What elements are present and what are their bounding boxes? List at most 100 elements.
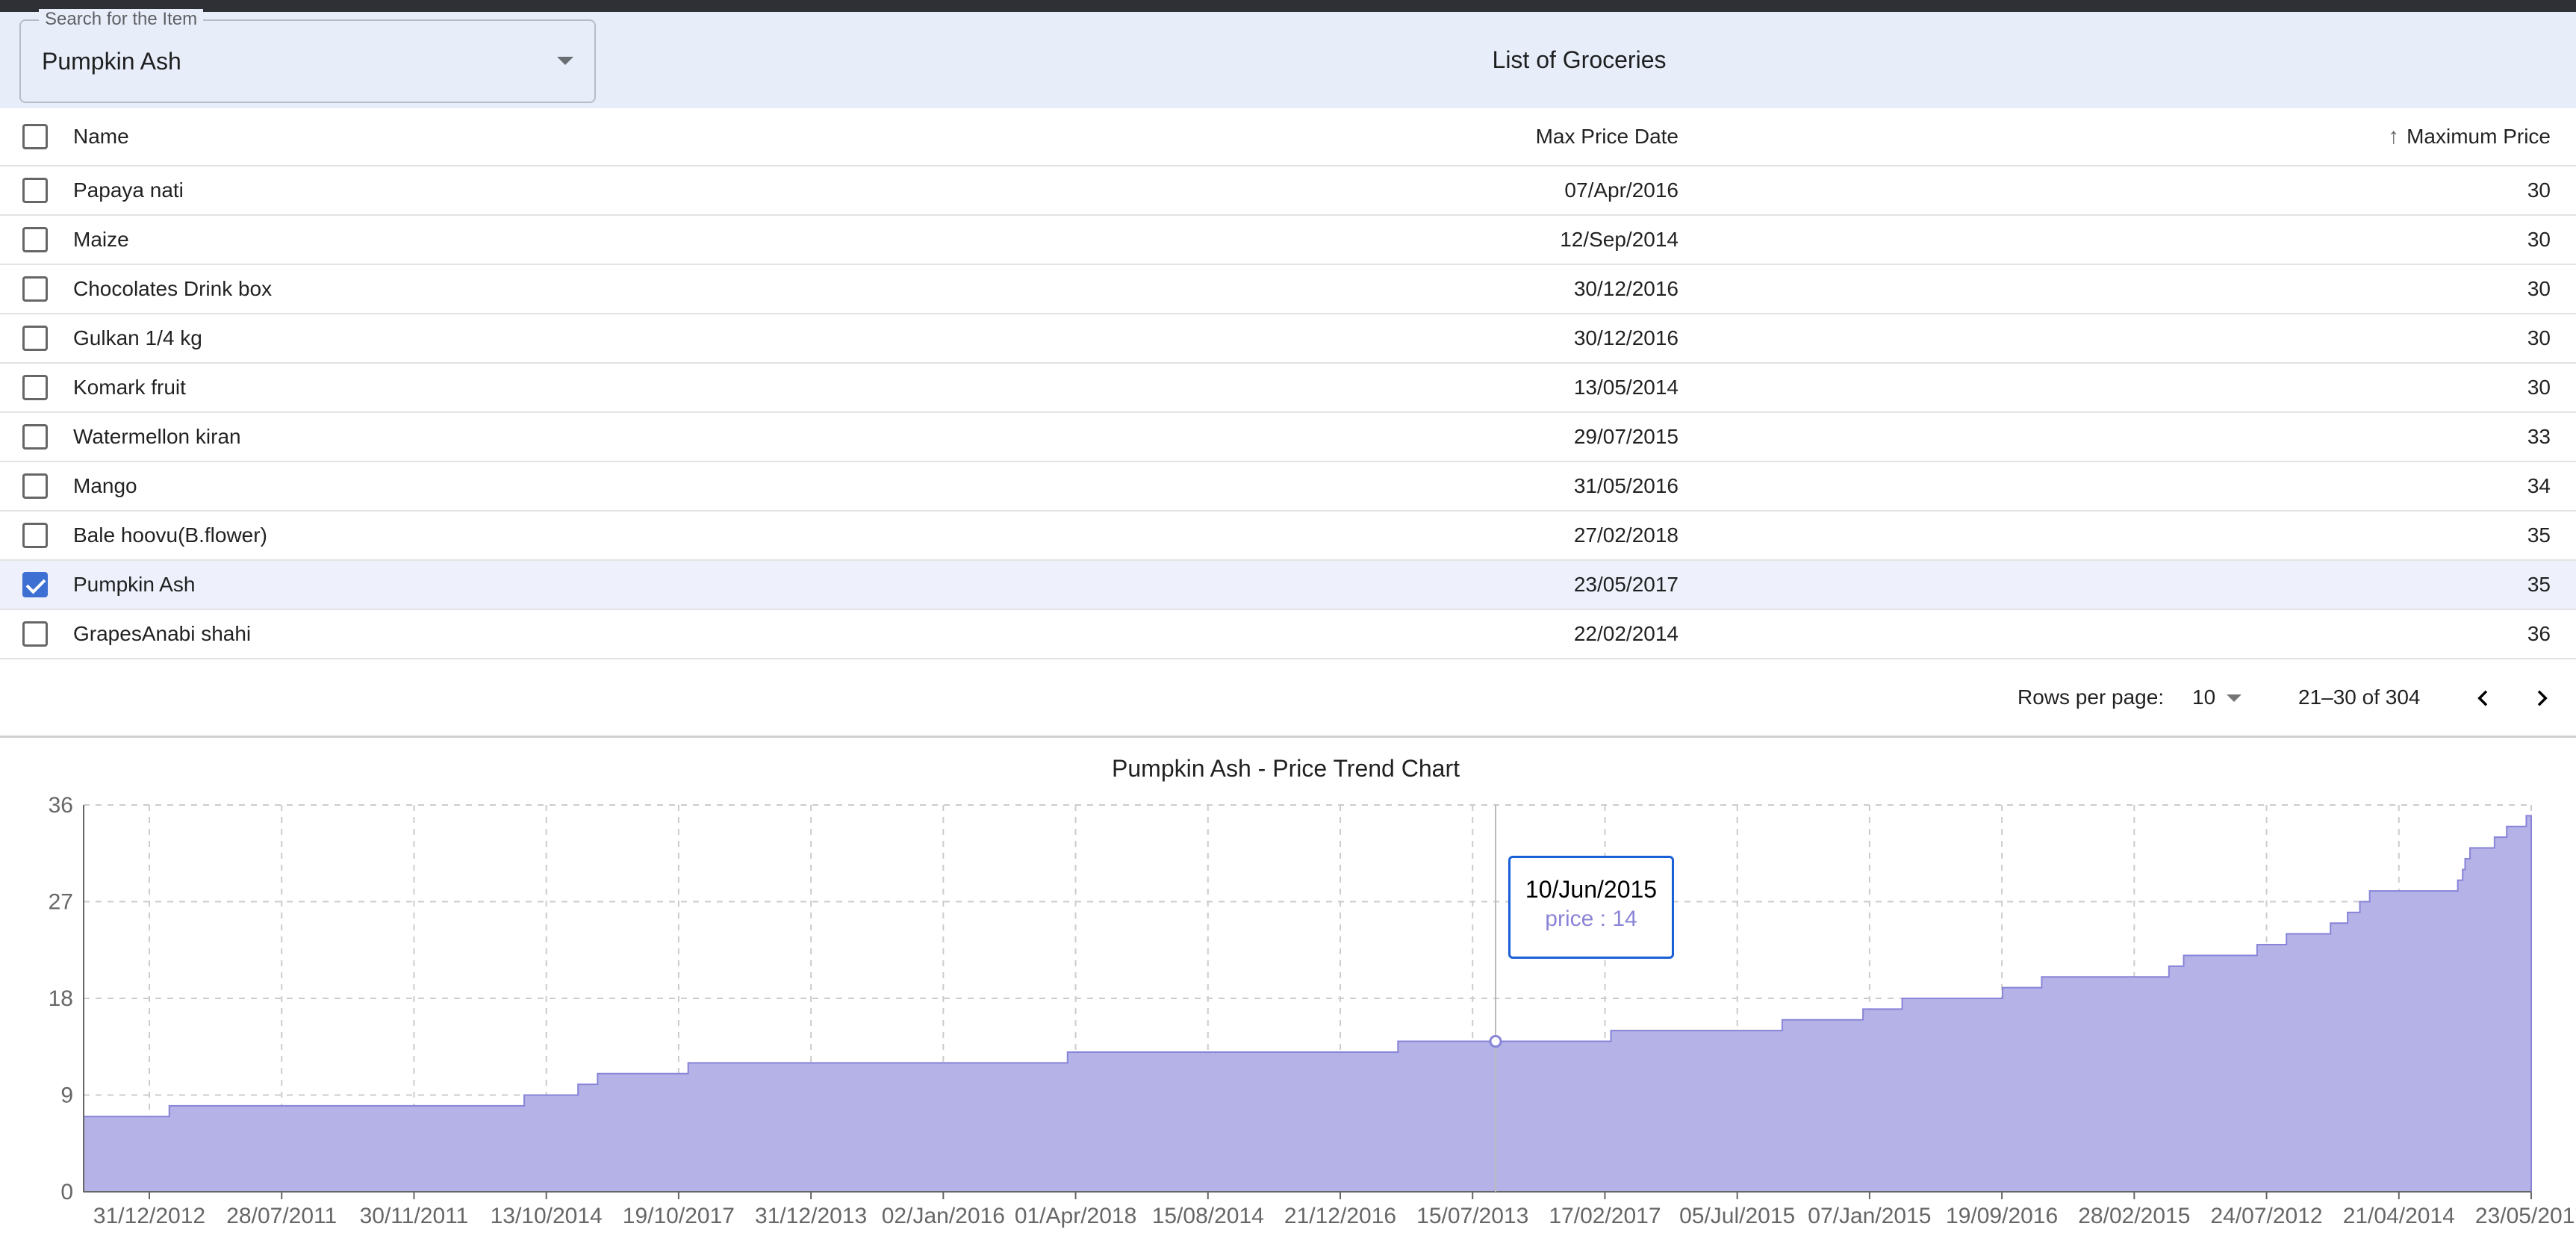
row-date: 22/02/2014 [1573,622,1679,645]
row-date: 30/12/2016 [1573,277,1679,300]
x-tick-label: 31/12/2012 [93,1204,205,1228]
table-title: List of Groceries [1492,46,1667,73]
x-tick-label: 21/12/2016 [1284,1204,1396,1228]
chevron-right-icon [2537,690,2548,706]
row-name: Komark fruit [73,376,186,399]
rows-per-page-label: Rows per page: [2017,685,2165,709]
row-name: Mango [73,474,137,497]
row-checkbox[interactable] [22,572,48,597]
row-price: 30 [2527,228,2551,251]
sort-ascending-icon[interactable]: ↑ [2388,124,2399,149]
table-row[interactable]: Gulkan 1/4 kg 30/12/2016 30 [0,314,2576,364]
row-date: 29/07/2015 [1573,425,1679,448]
x-tick-label: 15/07/2013 [1416,1204,1528,1228]
row-name: Maize [73,228,129,251]
row-price: 34 [2527,474,2551,497]
row-checkbox[interactable] [22,227,48,252]
x-tick-label: 28/07/2011 [226,1204,337,1228]
row-name: Papaya nati [73,178,184,202]
rows-per-page-arrow-icon[interactable] [2227,694,2241,702]
chart-tooltip: 10/Jun/2015 price : 14 [1508,856,1674,959]
row-name: Chocolates Drink box [73,277,273,300]
groceries-table: Name Max Price Date ↑ Maximum Price Papa… [0,108,2576,659]
pagination-bar: Rows per page: 10 21–30 of 304 [0,659,2576,738]
row-price: 35 [2527,523,2551,547]
x-tick-label: 19/10/2017 [623,1204,735,1228]
x-tick-label: 19/09/2016 [1946,1204,2058,1228]
x-tick-label: 21/04/2014 [2343,1204,2455,1228]
rows-per-page-select[interactable]: 10 [2192,659,2215,736]
y-tick-label: 0 [60,1180,73,1204]
x-tick-label: 15/08/2014 [1152,1204,1264,1228]
table-row[interactable]: Watermellon kiran 29/07/2015 33 [0,413,2576,462]
row-name: Pumpkin Ash [73,573,196,596]
row-price: 30 [2527,376,2551,399]
row-price: 35 [2527,573,2551,596]
select-all-checkbox[interactable] [22,124,48,149]
chevron-left-icon [2477,690,2488,706]
x-tick-label: 02/Jan/2016 [882,1204,1005,1228]
search-input[interactable]: Pumpkin Ash [42,46,181,76]
table-row[interactable]: Maize 12/Sep/2014 30 [0,216,2576,265]
price-trend-chart: 0 9 18 27 36 31/12/2012 28/07/2011 30/11/2011 13… [0,747,2576,1253]
row-checkbox[interactable] [22,523,48,548]
x-tick-label: 23/05/2017 [2475,1204,2576,1228]
row-price: 30 [2527,326,2551,349]
y-tick-label: 18 [49,986,73,1011]
window-top-bar [0,0,2576,12]
column-header-date[interactable]: Max Price Date [1536,108,1679,165]
row-checkbox[interactable] [22,621,48,647]
row-date: 30/12/2016 [1573,326,1679,349]
chart-title: Pumpkin Ash - Price Trend Chart [1112,755,1460,782]
row-date: 12/Sep/2014 [1560,228,1679,251]
table-row[interactable]: Bale hoovu(B.flower) 27/02/2018 35 [0,512,2576,561]
row-name: Watermellon kiran [73,425,241,448]
row-date: 27/02/2018 [1573,523,1679,547]
search-label: Search for the Item [39,9,204,30]
row-price: 33 [2527,425,2551,448]
table-row[interactable]: Papaya nati 07/Apr/2016 30 [0,167,2576,216]
row-checkbox[interactable] [22,276,48,302]
table-row[interactable]: Chocolates Drink box 30/12/2016 30 [0,265,2576,314]
row-checkbox[interactable] [22,375,48,400]
column-header-price-label: Maximum Price [2407,125,2551,148]
x-tick-label: 17/02/2017 [1549,1204,1661,1228]
table-row[interactable]: GrapesAnabi shahi 22/02/2014 36 [0,610,2576,659]
row-name: GrapesAnabi shahi [73,622,252,645]
tooltip-price: price : 14 [1545,907,1637,931]
previous-page-button[interactable] [2465,680,2501,716]
y-tick-label: 9 [60,1083,73,1108]
row-checkbox[interactable] [22,473,48,499]
row-price: 30 [2527,178,2551,202]
column-header-price[interactable]: ↑ Maximum Price [2388,108,2551,165]
chart-svg: 0 9 18 27 36 31/12/2012 28/07/2011 30/11/2011 13… [49,755,2576,1228]
x-tick-label: 28/02/2015 [2078,1204,2190,1228]
x-tick-label: 24/07/2012 [2210,1204,2322,1228]
row-checkbox[interactable] [22,424,48,450]
y-tick-label: 27 [49,890,73,915]
table-header-row: Name Max Price Date ↑ Maximum Price [0,108,2576,167]
x-tick-label: 05/Jul/2015 [1679,1204,1795,1228]
row-price: 30 [2527,277,2551,300]
item-search-autocomplete[interactable]: Search for the Item Pumpkin Ash [19,9,596,103]
highlight-point [1489,1035,1502,1048]
tooltip-date: 10/Jun/2015 [1525,876,1658,903]
x-tick-label: 01/Apr/2018 [1015,1204,1136,1228]
table-row[interactable]: Mango 31/05/2016 34 [0,462,2576,512]
page-range-text: 21–30 of 304 [2298,685,2421,709]
row-price: 36 [2527,622,2551,645]
table-row[interactable]: Komark fruit 13/05/2014 30 [0,364,2576,413]
x-tick-label: 13/10/2014 [491,1204,603,1228]
table-row[interactable]: Pumpkin Ash 23/05/2017 35 [0,561,2576,610]
row-date: 23/05/2017 [1573,573,1679,596]
row-date: 07/Apr/2016 [1564,178,1679,202]
row-date: 31/05/2016 [1573,474,1679,497]
next-page-button[interactable] [2524,680,2560,716]
row-name: Gulkan 1/4 kg [73,326,202,349]
row-checkbox[interactable] [22,178,48,203]
dropdown-arrow-icon[interactable] [557,57,573,65]
x-tick-label: 30/11/2011 [360,1204,469,1228]
row-checkbox[interactable] [22,326,48,351]
table-toolbar: Search for the Item Pumpkin Ash List of … [0,9,2576,108]
column-header-name[interactable]: Name [73,108,129,165]
